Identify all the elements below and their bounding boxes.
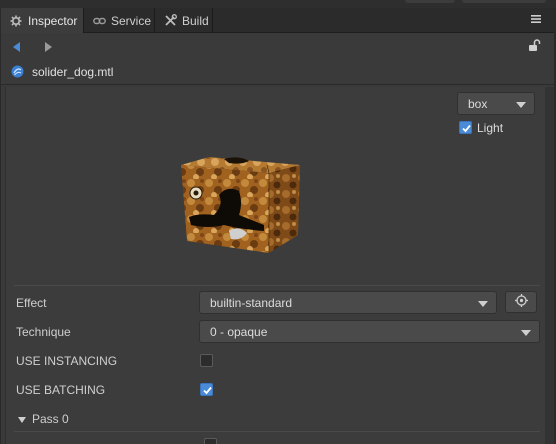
unlock-icon[interactable]: [528, 39, 542, 53]
effect-value: builtin-standard: [210, 295, 293, 310]
link-icon: [92, 14, 106, 28]
light-label: Light: [477, 121, 504, 135]
tab-label: Build: [182, 13, 209, 28]
tab-label: Service: [111, 13, 152, 28]
locate-effect-button[interactable]: [505, 291, 537, 313]
top-strip-segment: [405, 0, 455, 3]
effect-label: Effect: [16, 296, 47, 310]
chevron-down-icon: [516, 101, 526, 108]
hamburger-menu-icon[interactable]: [530, 13, 544, 27]
use-instancing-label: USE INSTANCING: [16, 354, 118, 368]
use-batching-label: USE BATCHING: [16, 383, 106, 397]
mesh-select[interactable]: box: [457, 92, 535, 115]
arrow-left-icon[interactable]: [13, 41, 23, 52]
inspector-panel: solider_dog.mtl box Light Effect builtin…: [1, 33, 554, 444]
chevron-down-icon: [521, 329, 531, 336]
technique-value: 0 - opaque: [210, 324, 268, 339]
material-preview[interactable]: box Light: [6, 87, 546, 287]
use-instancing-checkbox[interactable]: [200, 354, 213, 367]
tab-build[interactable]: Build: [155, 8, 213, 33]
scrollbar[interactable]: [545, 87, 554, 444]
tab-inspector[interactable]: Inspector: [1, 8, 84, 33]
chevron-down-icon: [478, 300, 488, 307]
expand-caret-icon[interactable]: [18, 417, 26, 423]
technique-select[interactable]: 0 - opaque: [199, 320, 540, 343]
panel-tab-bar: Inspector Service Build: [1, 8, 554, 33]
divider: [14, 431, 540, 432]
top-strip-segment: [462, 0, 546, 3]
divider: [14, 285, 540, 286]
use-batching-checkbox[interactable]: [200, 383, 213, 396]
arrow-right-icon[interactable]: [45, 41, 55, 52]
tab-service[interactable]: Service: [84, 8, 155, 33]
pass-label[interactable]: Pass 0: [32, 412, 69, 426]
tab-label: Inspector: [28, 13, 78, 28]
navigation-row: [1, 33, 554, 59]
gear-icon: [9, 14, 23, 28]
tools-icon: [163, 14, 177, 28]
cube-preview-image: [181, 157, 300, 253]
target-icon: [514, 294, 528, 310]
window-top-strip: [0, 0, 556, 8]
technique-label: Technique: [16, 325, 71, 339]
effect-select[interactable]: builtin-standard: [199, 291, 497, 314]
asset-header: solider_dog.mtl: [1, 59, 554, 85]
mesh-select-value: box: [468, 96, 488, 111]
pass-property-checkbox[interactable]: [204, 438, 217, 444]
inspector-content: box Light Effect builtin-standard Techni…: [5, 87, 545, 444]
asset-name: solider_dog.mtl: [32, 65, 114, 79]
light-checkbox[interactable]: [459, 121, 472, 134]
material-icon: [11, 65, 24, 78]
